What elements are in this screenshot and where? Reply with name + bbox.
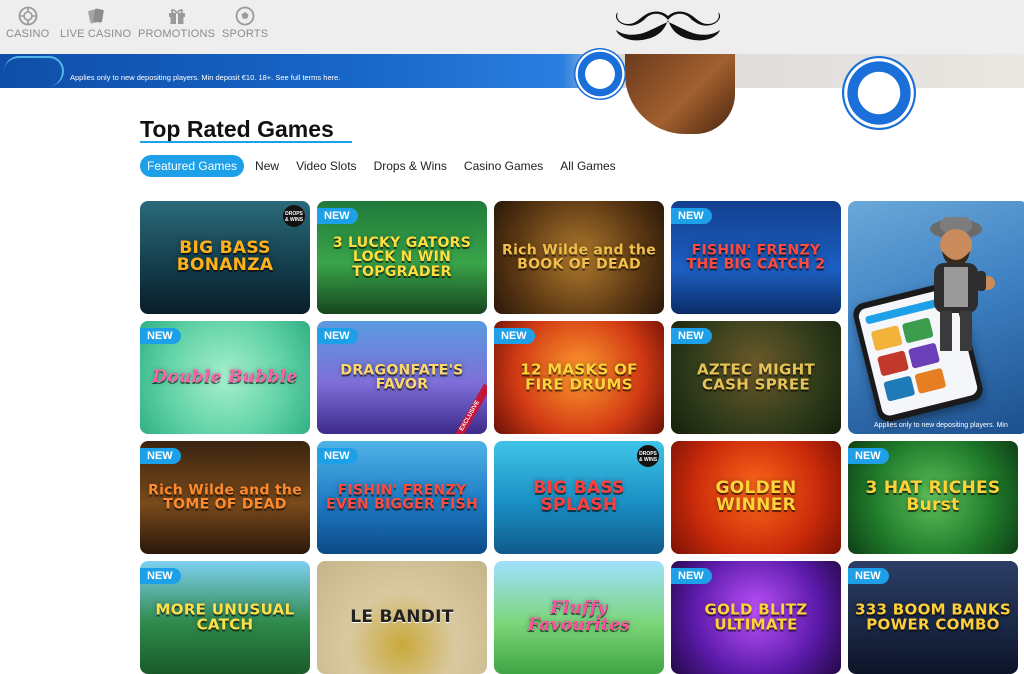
football-icon: [235, 6, 255, 26]
nav-label: PROMOTIONS: [138, 28, 216, 40]
game-title: Fluffy Favourites: [527, 597, 631, 636]
game-tile-3-hat-riches[interactable]: 3 HAT RICHES Burst NEW: [848, 441, 1018, 554]
tab-drops-wins[interactable]: Drops & Wins: [366, 155, 455, 177]
game-title: 3 LUCKY GATORS LOCK N WIN TOPGRADER: [332, 234, 472, 280]
game-tile-big-bass-splash[interactable]: BIG BASS SPLASH DROPS & WINS: [494, 441, 664, 554]
game-title: 12 MASKS OF FIRE DRUMS: [520, 359, 638, 394]
new-badge: NEW: [140, 328, 181, 344]
title-underline: [140, 141, 352, 143]
new-badge: NEW: [140, 448, 181, 464]
game-tile-more-unusual-catch[interactable]: MORE UNUSUAL CATCH NEW: [140, 561, 310, 674]
game-title: GOLD BLITZ ULTIMATE: [704, 599, 808, 634]
roulette-icon: [18, 6, 38, 26]
new-badge: NEW: [494, 328, 535, 344]
game-title: 333 BOOM BANKS POWER COMBO: [855, 599, 1011, 634]
tab-new[interactable]: New: [247, 155, 287, 177]
gift-icon: [168, 9, 185, 24]
nav-casino[interactable]: CASINO: [6, 6, 49, 40]
game-title: FISHIN' FRENZY EVEN BIGGER FISH: [325, 481, 478, 513]
game-title: Double Bubble: [152, 366, 298, 387]
game-tile-golden-winner[interactable]: GOLDEN WINNER: [671, 441, 841, 554]
new-badge: NEW: [848, 568, 889, 584]
section-title: Top Rated Games: [140, 116, 334, 142]
gonzo-character-image: [930, 217, 995, 351]
mobile-app-promo-tile[interactable]: Applies only to new depositing players. …: [848, 201, 1024, 434]
game-title: Rich Wilde and the BOOK OF DEAD: [501, 241, 656, 273]
game-tile-tome-of-dead[interactable]: Rich Wilde and the TOME OF DEAD NEW: [140, 441, 310, 554]
tab-video-slots[interactable]: Video Slots: [288, 155, 365, 177]
nav-label: CASINO: [6, 28, 50, 40]
nav-live-casino[interactable]: LIVE CASINO: [60, 6, 131, 40]
tab-casino-games[interactable]: Casino Games: [456, 155, 551, 177]
game-tile-double-bubble[interactable]: Double Bubble NEW: [140, 321, 310, 434]
mustache-logo[interactable]: [612, 6, 724, 44]
game-title: AZTEC MIGHT CASH SPREE: [696, 359, 816, 394]
game-tile-boom-banks[interactable]: 333 BOOM BANKS POWER COMBO NEW: [848, 561, 1018, 674]
new-badge: NEW: [671, 208, 712, 224]
game-title: LE BANDIT: [350, 606, 454, 627]
cards-icon: [87, 8, 104, 24]
top-navigation: CASINO LIVE CASINO PROMOTIONS SPORTS: [0, 0, 1024, 54]
drops-wins-icon: DROPS & WINS: [637, 445, 659, 467]
promo-tile-terms: Applies only to new depositing players. …: [874, 422, 1008, 429]
games-grid: BIG BASS BONANZA DROPS & WINS 3 LUCKY GA…: [140, 201, 1024, 674]
game-title: FISHIN' FRENZY THE BIG CATCH 2: [686, 241, 826, 273]
game-tile-12-masks-of-fire-drums[interactable]: 12 MASKS OF FIRE DRUMS NEW: [494, 321, 664, 434]
game-tile-aztec-might[interactable]: AZTEC MIGHT CASH SPREE NEW: [671, 321, 841, 434]
category-tabs: Featured Games New Video Slots Drops & W…: [140, 155, 625, 177]
tab-all-games[interactable]: All Games: [552, 155, 623, 177]
game-title: GOLDEN WINNER: [715, 477, 797, 516]
game-tile-gold-blitz-ultimate[interactable]: GOLD BLITZ ULTIMATE NEW: [671, 561, 841, 674]
game-tile-dragonfates-favor[interactable]: DRAGONFATE'S FAVOR NEW EXCLUSIVE: [317, 321, 487, 434]
new-badge: NEW: [140, 568, 181, 584]
game-title: Rich Wilde and the TOME OF DEAD: [147, 481, 302, 513]
promo-terms: Applies only to new depositing players. …: [70, 73, 341, 82]
tab-featured-games[interactable]: Featured Games: [140, 155, 245, 177]
game-tile-le-bandit[interactable]: LE BANDIT: [317, 561, 487, 674]
game-tile-fluffy-favourites[interactable]: Fluffy Favourites: [494, 561, 664, 674]
game-tile-fishin-frenzy-big-catch-2[interactable]: FISHIN' FRENZY THE BIG CATCH 2 NEW: [671, 201, 841, 314]
nav-label: LIVE CASINO: [60, 28, 132, 40]
new-badge: NEW: [317, 448, 358, 464]
game-title: BIG BASS BONANZA: [176, 237, 274, 276]
new-badge: NEW: [671, 568, 712, 584]
game-tile-big-bass-bonanza[interactable]: BIG BASS BONANZA DROPS & WINS: [140, 201, 310, 314]
new-badge: NEW: [671, 328, 712, 344]
new-badge: NEW: [317, 208, 358, 224]
nav-label: SPORTS: [222, 28, 269, 40]
nav-promotions[interactable]: PROMOTIONS: [138, 6, 215, 40]
game-title: BIG BASS SPLASH: [533, 477, 625, 516]
game-tile-3-lucky-gators[interactable]: 3 LUCKY GATORS LOCK N WIN TOPGRADER NEW: [317, 201, 487, 314]
new-badge: NEW: [317, 328, 358, 344]
neon-decoration: [4, 56, 64, 86]
new-badge: NEW: [848, 448, 889, 464]
drops-wins-icon: DROPS & WINS: [283, 205, 305, 227]
game-title: DRAGONFATE'S FAVOR: [340, 361, 464, 393]
nav-sports[interactable]: SPORTS: [222, 6, 268, 40]
game-tile-even-bigger-fish[interactable]: FISHIN' FRENZY EVEN BIGGER FISH NEW: [317, 441, 487, 554]
game-title: MORE UNUSUAL CATCH: [155, 599, 295, 634]
game-title: 3 HAT RICHES Burst: [865, 477, 1001, 516]
banner-hair-image: [625, 54, 735, 134]
game-tile-book-of-dead[interactable]: Rich Wilde and the BOOK OF DEAD: [494, 201, 664, 314]
